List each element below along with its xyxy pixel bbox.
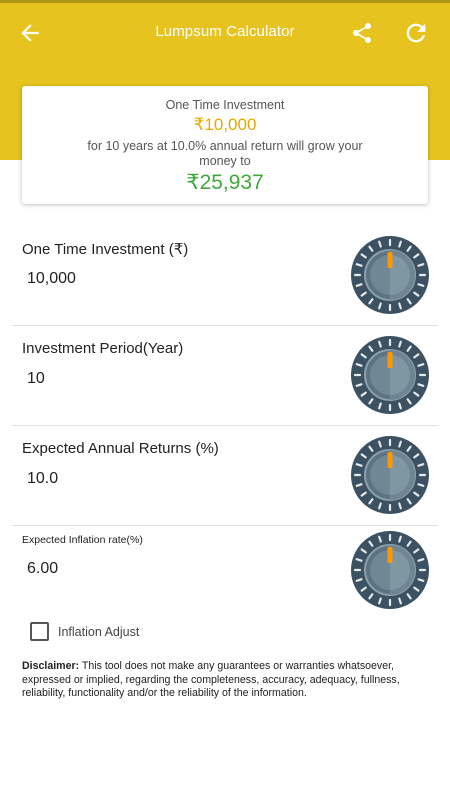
returns-row: Expected Annual Returns (%) 10.0: [12, 426, 438, 526]
inflation-dial-knob[interactable]: [350, 530, 430, 610]
returns-label: Expected Annual Returns (%): [22, 440, 219, 457]
refresh-button[interactable]: [398, 15, 434, 51]
page-title: Lumpsum Calculator: [155, 23, 295, 40]
summary-label: One Time Investment: [165, 98, 285, 112]
share-icon: [353, 23, 371, 43]
returns-value[interactable]: 10.0: [27, 470, 58, 488]
inflation-row: Expected Inflation rate(%) 6.00: [12, 526, 438, 626]
disclaimer-title: Disclaimer:: [22, 660, 80, 672]
investment-value[interactable]: 10,000: [27, 270, 76, 288]
summary-result: ₹25,937: [186, 171, 264, 194]
disclaimer-text: This tool does not make any guarantees o…: [22, 660, 400, 700]
period-value[interactable]: 10: [27, 370, 45, 388]
inflation-label: Expected Inflation rate(%): [22, 534, 143, 546]
inflation-adjust-toggle[interactable]: Inflation Adjust: [30, 622, 139, 641]
returns-dial-knob[interactable]: [350, 435, 430, 515]
app-bar: Lumpsum Calculator: [0, 3, 450, 63]
inflation-value[interactable]: 6.00: [27, 560, 58, 578]
investment-dial-knob[interactable]: [350, 235, 430, 315]
period-dial-knob[interactable]: [350, 335, 430, 415]
refresh-icon: [406, 23, 426, 43]
summary-description: for 10 years at 10.0% annual return will…: [87, 139, 363, 168]
share-button[interactable]: [344, 15, 380, 51]
period-label: Investment Period(Year): [22, 340, 184, 357]
inflation-adjust-label: Inflation Adjust: [58, 624, 140, 639]
period-row: Investment Period(Year) 10: [12, 326, 438, 426]
investment-row: One Time Investment (₹) 10,000: [12, 226, 438, 326]
investment-label: One Time Investment (₹): [22, 241, 189, 258]
disclaimer: Disclaimer: This tool does not make any …: [22, 660, 432, 701]
summary-amount: ₹10,000: [193, 115, 257, 134]
summary-card: One Time Investment ₹10,000 for 10 years…: [22, 86, 428, 204]
inflation-adjust-checkbox[interactable]: [30, 622, 49, 641]
